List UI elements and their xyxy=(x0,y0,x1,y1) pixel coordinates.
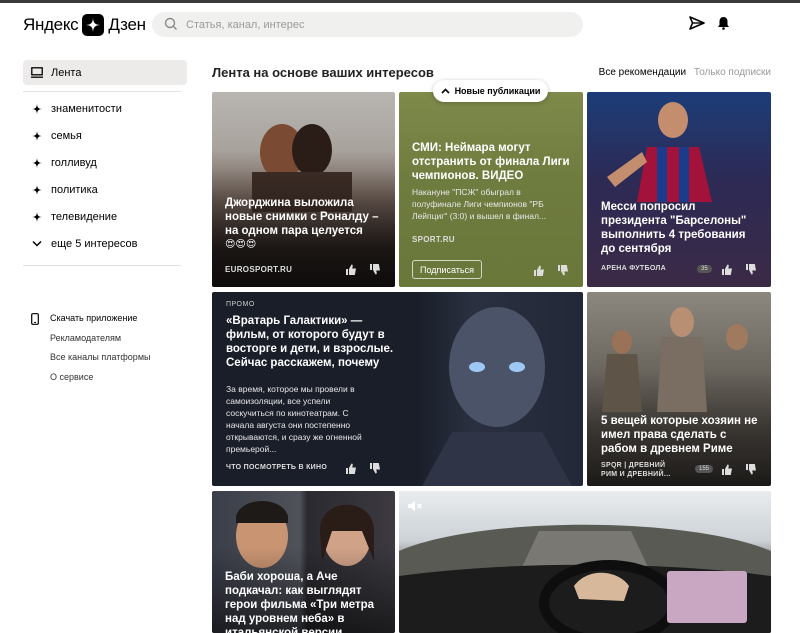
sidebar-item-label: Лента xyxy=(51,66,82,79)
card-source[interactable]: EUROSPORT.RU xyxy=(225,265,292,274)
card-promo-galaxy-keeper[interactable]: ПРОМО «Вратарь Галактики» — фильм, от ко… xyxy=(212,292,583,486)
sidebar-item-television[interactable]: телевидение xyxy=(23,203,187,230)
subscribe-button[interactable]: Подписаться xyxy=(412,260,482,279)
about-link[interactable]: О сервисе xyxy=(23,368,187,388)
card-source[interactable]: SPORT.RU xyxy=(412,235,455,244)
sidebar-item-celebrities[interactable]: знаменитости xyxy=(23,95,187,122)
thumbs-up-icon[interactable] xyxy=(721,462,733,480)
card-messi[interactable]: Месси попросил президента "Барселоны" вы… xyxy=(587,92,771,287)
card-image-player xyxy=(607,102,712,202)
sidebar-item-hollywood[interactable]: голливуд xyxy=(23,149,187,176)
sidebar-item-label: семья xyxy=(51,129,82,142)
card-ancient-rome[interactable]: 5 вещей которые хозяин не имел права сде… xyxy=(587,292,771,486)
thumbs-down-icon[interactable] xyxy=(745,262,757,280)
monitor-icon xyxy=(23,67,51,78)
download-app-link[interactable]: Скачать приложение xyxy=(23,309,187,329)
card-three-meters[interactable]: Баби хороша, а Аче подкачал: как выглядя… xyxy=(212,491,395,633)
thumbs-up-icon[interactable] xyxy=(533,263,545,281)
card-excerpt: За время, которое мы провели в самоизоля… xyxy=(226,384,362,454)
advertisers-link[interactable]: Рекламодателям xyxy=(23,329,187,349)
comments-badge: 35 xyxy=(697,265,712,273)
sparkle-icon xyxy=(23,211,51,222)
new-publications-label: Новые публикации xyxy=(454,86,541,96)
zen-star-icon xyxy=(82,14,105,36)
mute-icon[interactable] xyxy=(407,499,423,517)
search-bar xyxy=(152,12,583,37)
sidebar: Лента знаменитости семья голливуд полити… xyxy=(23,60,187,387)
card-title: 5 вещей которые хозяин не имел права сде… xyxy=(601,415,758,455)
sidebar-item-politics[interactable]: политика xyxy=(23,176,187,203)
card-emoji: 😍😍😍 xyxy=(225,239,257,250)
sparkle-icon xyxy=(23,130,51,141)
logo-text-right: Дзен xyxy=(108,15,146,34)
comments-badge: 155 xyxy=(695,465,714,473)
sidebar-item-family[interactable]: семья xyxy=(23,122,187,149)
card-title: Баби хороша, а Аче подкачал: как выглядя… xyxy=(225,571,375,633)
sidebar-links: Скачать приложение Рекламодателям Все ка… xyxy=(23,309,187,387)
sidebar-item-label: голливуд xyxy=(51,156,97,169)
feed-title: Лента на основе ваших интересов xyxy=(212,65,434,80)
card-neymar[interactable]: СМИ: Неймара могут отстранить от финала … xyxy=(399,92,583,287)
sidebar-item-more-interests[interactable]: еще 5 интересов xyxy=(23,230,187,257)
thumbs-up-icon[interactable] xyxy=(345,461,357,479)
logo[interactable]: Яндекс Дзен xyxy=(23,14,146,36)
chevron-down-icon xyxy=(23,240,51,247)
header: Яндекс Дзен xyxy=(0,3,800,47)
card-title: «Вратарь Галактики» — фильм, от которого… xyxy=(226,315,394,369)
thumbs-down-icon[interactable] xyxy=(369,262,381,280)
card-georgina[interactable]: Джорджина выложила новые снимки с Роналд… xyxy=(212,92,395,287)
all-channels-link[interactable]: Все каналы платформы xyxy=(23,348,187,368)
phone-icon xyxy=(31,312,50,325)
card-excerpt: Накануне "ПСЖ" обыграл в полуфинале Лиги… xyxy=(412,187,546,221)
logo-text-left: Яндекс xyxy=(23,15,79,34)
divider xyxy=(23,91,181,92)
send-icon[interactable] xyxy=(689,16,705,35)
card-title: СМИ: Неймара могут отстранить от финала … xyxy=(412,142,570,182)
new-publications-button[interactable]: Новые публикации xyxy=(433,80,548,102)
sidebar-item-feed[interactable]: Лента xyxy=(23,60,187,85)
chevron-up-icon xyxy=(440,88,450,94)
card-title: Месси попросил президента "Барселоны" вы… xyxy=(601,201,747,255)
thumbs-down-icon[interactable] xyxy=(369,461,381,479)
card-source[interactable]: SPQR | ДРЕВНИЙ РИМ И ДРЕВНИЙ... xyxy=(601,461,681,479)
bell-icon[interactable] xyxy=(717,16,730,35)
card-source[interactable]: АРЕНА ФУТБОЛА xyxy=(601,265,666,272)
card-video-tesla[interactable] xyxy=(399,491,771,633)
card-image-car-interior xyxy=(399,524,771,633)
sidebar-item-label: политика xyxy=(51,183,98,196)
sidebar-item-label: телевидение xyxy=(51,210,118,223)
link-label: Скачать приложение xyxy=(50,313,138,323)
sparkle-icon xyxy=(23,184,51,195)
search-input[interactable] xyxy=(186,12,566,37)
thumbs-down-icon[interactable] xyxy=(745,462,757,480)
card-title: Джорджина выложила новые снимки с Роналд… xyxy=(225,197,379,237)
divider xyxy=(23,265,181,266)
sparkle-icon xyxy=(23,103,51,114)
sidebar-item-label: знаменитости xyxy=(51,102,122,115)
card-image-alien xyxy=(422,307,572,486)
tab-subscriptions-only[interactable]: Только подписки xyxy=(694,67,771,78)
sparkle-icon xyxy=(23,157,51,168)
sidebar-item-label: еще 5 интересов xyxy=(51,237,138,250)
search-icon[interactable] xyxy=(164,17,178,36)
promo-label: ПРОМО xyxy=(226,301,255,308)
card-image-romans xyxy=(602,307,748,412)
tab-all-recommendations[interactable]: Все рекомендации xyxy=(599,67,686,78)
feed-tabs: Все рекомендации Только подписки xyxy=(594,67,771,78)
thumbs-up-icon[interactable] xyxy=(345,262,357,280)
thumbs-down-icon[interactable] xyxy=(557,263,569,281)
card-source[interactable]: ЧТО ПОСМОТРЕТЬ В КИНО xyxy=(226,464,327,471)
thumbs-up-icon[interactable] xyxy=(721,262,733,280)
